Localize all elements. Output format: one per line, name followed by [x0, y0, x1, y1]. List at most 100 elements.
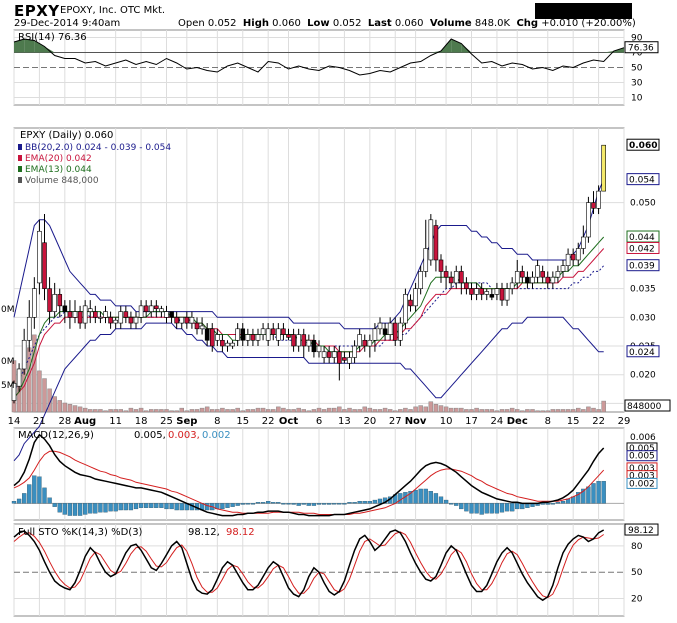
candle-body [128, 317, 134, 324]
x-axis-label: 18 [135, 416, 148, 427]
volume-bar [413, 406, 418, 413]
candle-body [255, 334, 261, 341]
sto-tick-label: 50 [631, 568, 643, 578]
candle-body [372, 328, 378, 341]
volume-bar [525, 409, 530, 413]
x-axis-label: 22 [262, 416, 275, 427]
candle-body [347, 357, 352, 364]
candle-body [438, 259, 444, 272]
candle-body [352, 345, 357, 358]
candle-body [133, 317, 139, 324]
macd-histogram-bar [327, 503, 332, 505]
volume-bar [433, 404, 439, 413]
macd-histogram-bar [449, 503, 454, 505]
volume-bar [133, 409, 139, 413]
x-axis-label: 11 [109, 416, 122, 427]
price-tick-label: 0.050 [630, 199, 656, 209]
x-axis-label: 8 [214, 416, 220, 427]
macd-histogram-bar [88, 503, 93, 514]
volume-bar [398, 409, 403, 413]
candle-body [103, 311, 108, 318]
x-axis-label: 17 [465, 416, 478, 427]
macd-histogram-bar [459, 503, 464, 510]
legend-swatch [18, 166, 22, 172]
volume-bar [403, 407, 408, 413]
candle-body [382, 328, 388, 335]
candle-body [398, 322, 403, 341]
candle-body [93, 311, 98, 318]
macd-histogram-bar [540, 503, 545, 505]
candle-body [484, 291, 490, 295]
macd-histogram-bar [16, 498, 22, 504]
volume-bar [37, 370, 42, 413]
macd-histogram-bar [296, 503, 301, 506]
candle-body [108, 317, 113, 324]
volume-bar [210, 409, 215, 413]
price-legend-entry: EMA(13) 0.044 [25, 165, 92, 175]
candle-body [265, 328, 271, 341]
volume-bar [123, 410, 129, 413]
volume-bar [504, 409, 510, 413]
candle-body [311, 339, 317, 353]
candle-body [215, 334, 220, 341]
volume-bar [586, 406, 591, 413]
candle-body [52, 294, 57, 312]
sto-legend-prefix: Full STO %K(14,3) %D(3) [18, 527, 143, 538]
candle-body [164, 311, 169, 318]
volume-bar [52, 396, 57, 413]
volume-bar [169, 410, 174, 413]
macd-histogram-bar [352, 502, 357, 504]
volume-bar [230, 409, 235, 413]
candle-body [316, 345, 322, 353]
volume-bar [260, 407, 266, 413]
macd-histogram-bar [205, 503, 210, 511]
volume-bar [108, 409, 113, 413]
volume-bar [464, 409, 469, 413]
volume-bar [540, 410, 545, 413]
candle-body [82, 305, 88, 324]
volume-bar [296, 407, 301, 413]
candle-body [504, 288, 510, 301]
candle-body [291, 334, 296, 347]
volume-bar [479, 409, 484, 413]
candle-body [403, 294, 408, 324]
volume-bar [128, 407, 134, 413]
macd-histogram-bar [255, 502, 261, 504]
candle-body [560, 265, 566, 272]
macd-histogram-bar [144, 503, 149, 508]
volume-bar [545, 410, 550, 413]
price-tick-label: 0.020 [630, 371, 656, 381]
macd-legend-macd: 0.005, [134, 430, 166, 441]
candle-body [469, 288, 474, 295]
volume-bar [530, 409, 535, 413]
macd-histogram-bar [72, 503, 78, 516]
candle-body [209, 328, 215, 347]
volume-bar [377, 409, 383, 413]
candle-body [509, 282, 515, 289]
candle-body [494, 288, 500, 295]
volume-bar [138, 407, 144, 413]
macd-histogram-bar [443, 499, 449, 504]
macd-tick-label: 0.006 [630, 433, 656, 443]
candle-body [154, 305, 159, 310]
candle-body [189, 317, 195, 324]
macd-histogram-bar [362, 501, 367, 504]
volume-bar [316, 407, 322, 413]
macd-histogram-bar [93, 503, 98, 514]
volume-bar [149, 409, 154, 413]
candle-body [143, 305, 149, 312]
rsi-tick-label: 10 [631, 94, 643, 104]
volume-bar [393, 410, 398, 413]
left-volume-label: 0M [1, 357, 15, 367]
macd-histogram-bar [169, 503, 174, 510]
macd-histogram-bar [230, 503, 235, 507]
macd-value-label: 0.005 [629, 452, 655, 462]
macd-histogram-bar [433, 493, 439, 504]
price-tag-label: 0.042 [629, 244, 655, 254]
macd-histogram-bar [550, 503, 555, 505]
macd-histogram-bar [367, 501, 372, 504]
volume-bar [438, 405, 444, 413]
macd-histogram-bar [489, 503, 494, 514]
candle-body [555, 271, 561, 278]
candle-body [159, 308, 164, 312]
